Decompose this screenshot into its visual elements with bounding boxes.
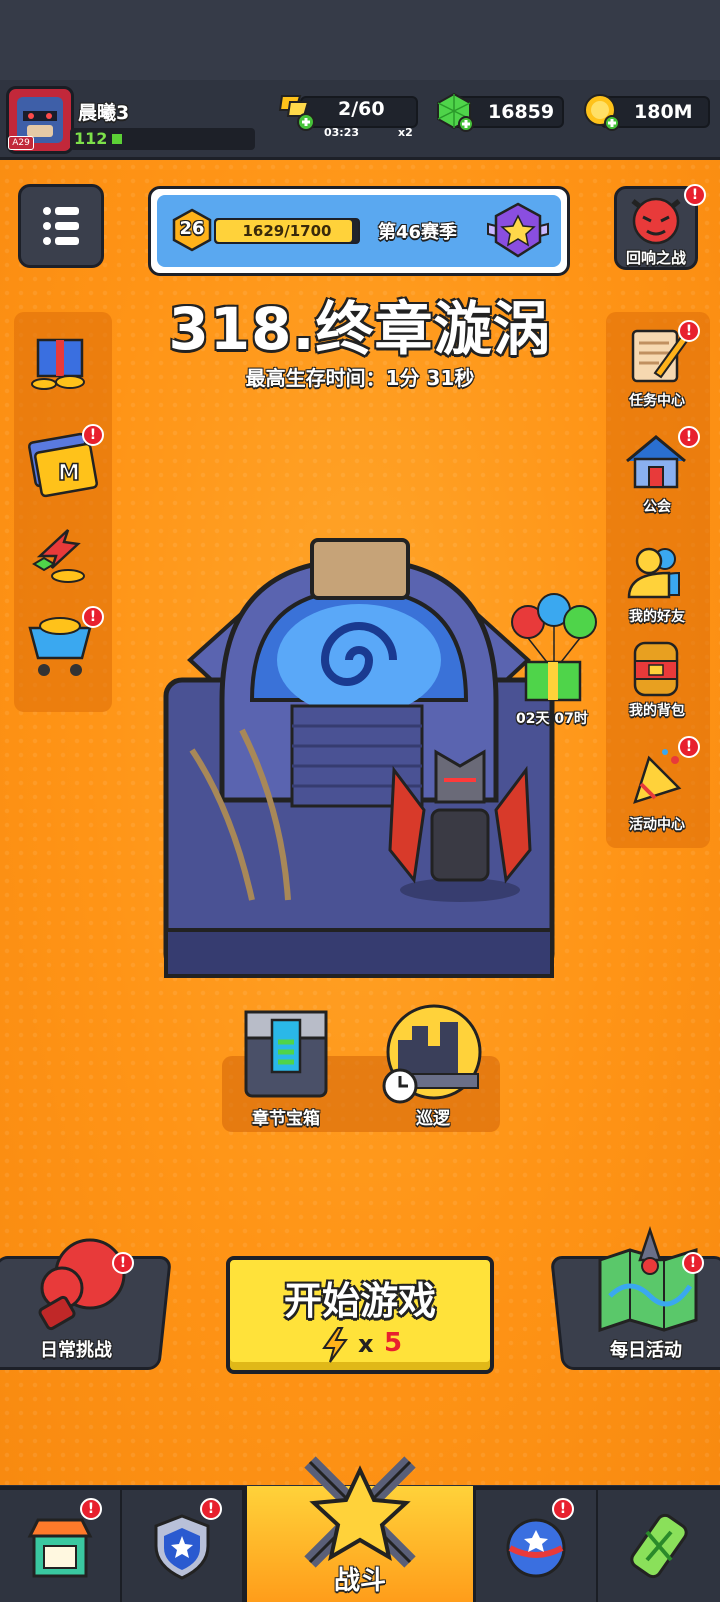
treasure-map-icon — [590, 1226, 706, 1336]
friends-label: 我的好友 — [629, 609, 685, 625]
shop-cart-alert-badge: ! — [82, 606, 104, 628]
start-cost-multiplier: x — [358, 1330, 374, 1358]
season-xp-text: 1629/1700 — [242, 222, 332, 240]
nav-shop[interactable] — [0, 1490, 122, 1602]
echo-battle-label: 回响之战 — [625, 249, 686, 267]
growth-fund-button[interactable] — [24, 514, 100, 590]
dna-capsule-icon — [630, 1513, 688, 1579]
demon-face-icon — [631, 197, 681, 245]
gems-value: 16859 — [488, 101, 555, 123]
boxing-glove-icon — [28, 1232, 138, 1332]
gift-timer: 02天 07时 — [516, 711, 588, 727]
treasure-chest-icon — [244, 1010, 328, 1098]
nav-talents-alert-badge: ! — [552, 1498, 574, 1520]
player-name: 晨曦3 — [78, 102, 130, 124]
guild-alert-badge: ! — [678, 426, 700, 448]
hero-character[interactable] — [380, 740, 540, 910]
player-power: 112 — [74, 129, 108, 148]
daily-challenge-alert-badge: ! — [112, 1252, 134, 1274]
friends-button[interactable] — [618, 538, 694, 604]
energy-multiplier: x2 — [398, 126, 413, 139]
gold-coin-icon — [584, 94, 620, 131]
start-cost-value: 5 — [384, 1328, 403, 1358]
energy-timer: 03:23 — [324, 126, 360, 139]
backpack-icon — [633, 641, 679, 697]
growth-arrow-icon — [32, 529, 85, 583]
season-rank-emblem[interactable] — [484, 198, 552, 264]
dark-knight-icon — [388, 749, 532, 902]
nav-evolution[interactable] — [598, 1490, 720, 1602]
gold-add-button[interactable] — [580, 90, 622, 132]
crossed-swords-star-icon — [290, 1452, 430, 1572]
nav-equipment-alert-badge: ! — [200, 1498, 222, 1520]
patrol-city-icon — [382, 1004, 482, 1104]
task-center-alert-badge: ! — [678, 320, 700, 342]
event-center-label: 活动中心 — [629, 817, 685, 833]
patrol-label: 巡逻 — [416, 1109, 450, 1129]
backpack-label: 我的背包 — [629, 703, 685, 719]
chapter-chest-label: 章节宝箱 — [252, 1109, 320, 1129]
gem-icon — [437, 92, 474, 132]
main-menu-button[interactable] — [18, 184, 104, 268]
balloon-gift-icon — [511, 593, 597, 702]
gift-box-icon — [31, 338, 85, 390]
event-center-alert-badge: ! — [678, 736, 700, 758]
echo-battle-alert-badge: ! — [684, 184, 706, 206]
daily-challenge-label: 日常挑战 — [40, 1340, 112, 1361]
season-level: 26 — [179, 218, 205, 239]
chapter-chest-button[interactable] — [236, 1004, 336, 1104]
nav-equipment[interactable] — [122, 1490, 244, 1602]
gems-add-button[interactable] — [434, 90, 476, 132]
backpack-button[interactable] — [618, 634, 694, 700]
nav-shop-alert-badge: ! — [80, 1498, 102, 1520]
player-level-badge: A29 — [8, 136, 34, 150]
nav-talents[interactable] — [476, 1490, 598, 1602]
season-rank-icon — [487, 202, 549, 258]
menu-list-icon — [43, 207, 79, 245]
energy-add-button[interactable] — [276, 90, 318, 132]
patrol-button[interactable] — [378, 1004, 488, 1104]
status-bar — [0, 0, 720, 80]
daily-events-label: 每日活动 — [610, 1340, 682, 1361]
monthly-card-alert-badge: ! — [82, 424, 104, 446]
gift-pack-button[interactable] — [24, 326, 100, 396]
player-power-bar: 112 — [70, 128, 255, 150]
gold-value: 180M — [634, 101, 693, 123]
energy-cost-icon — [318, 1326, 352, 1364]
timed-gift-balloon[interactable] — [506, 592, 602, 702]
season-label: 第46赛季 — [378, 222, 458, 243]
daily-events-alert-badge: ! — [682, 1252, 704, 1274]
svg-text:M: M — [58, 461, 80, 486]
friends-icon — [627, 547, 680, 599]
energy-tickets-icon — [278, 95, 315, 131]
nav-battle-label: 战斗 — [333, 1566, 386, 1596]
task-center-label: 任务中心 — [629, 393, 685, 409]
guild-label: 公会 — [643, 499, 671, 515]
energy-value: 2/60 — [338, 98, 385, 120]
start-game-label: 开始游戏 — [283, 1279, 436, 1323]
